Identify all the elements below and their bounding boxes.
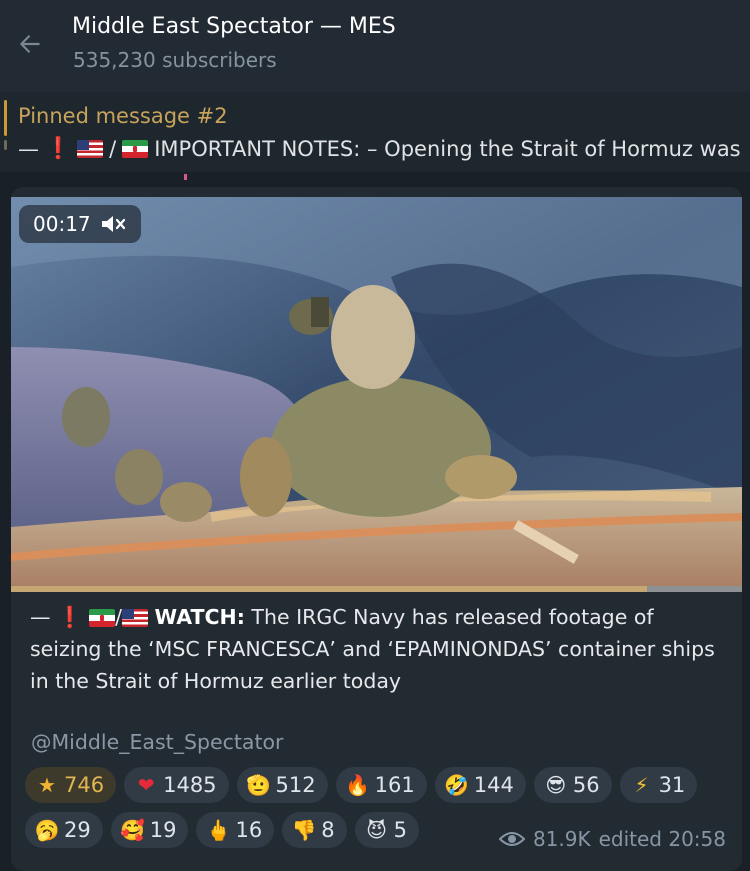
slash-text: /: [115, 605, 123, 629]
reaction-count: 144: [473, 773, 514, 797]
dash-text: —: [18, 136, 39, 161]
reaction-count: 56: [572, 773, 600, 797]
pinned-title: Pinned message #2: [18, 104, 228, 128]
reaction-count: 29: [64, 818, 91, 842]
channel-post: 00:17 — ❗ / WATCH: The IRGC Navy has rel…: [11, 187, 742, 871]
pin-indicator-inactive: [4, 140, 7, 150]
view-count: 81.9K: [532, 827, 591, 851]
lightning-icon: ⚡: [634, 773, 649, 797]
iran-flag-icon: [89, 609, 116, 627]
watch-label: WATCH:: [154, 605, 245, 629]
reaction-chip[interactable]: 🤣 144: [434, 767, 526, 803]
reaction-chip[interactable]: 👎 8: [282, 812, 347, 848]
us-flag-icon: [77, 139, 104, 158]
reaction-chip[interactable]: ⚡ 31: [619, 767, 698, 803]
reaction-count: 746: [64, 773, 105, 797]
reaction-count: 512: [275, 773, 316, 797]
thumbs-down-icon: 👎: [291, 818, 317, 842]
video-frame: [11, 197, 742, 592]
reactions-row-2: 🥱 29 🥰 19 🖕 16 👎 8 😈 5: [25, 812, 419, 848]
decorative-mark: [184, 174, 187, 180]
reaction-chip[interactable]: 🫡 512: [236, 767, 328, 803]
reaction-count: 19: [149, 818, 177, 842]
reaction-chip[interactable]: ★ 746: [25, 767, 117, 803]
reaction-count: 8: [321, 818, 335, 842]
reaction-count: 16: [235, 818, 263, 842]
channel-title[interactable]: Middle East Spectator — MES: [72, 14, 396, 39]
video-progress-fill: [11, 586, 647, 592]
edited-time: edited 20:58: [598, 827, 726, 851]
subscriber-count: 535,230 subscribers: [73, 48, 277, 72]
video-player[interactable]: 00:17: [11, 197, 742, 592]
us-flag-icon: [122, 609, 149, 627]
pinned-preview: — ❗ / IMPORTANT NOTES: – Opening the Str…: [18, 136, 741, 161]
star-icon: ★: [38, 773, 56, 797]
devil-icon: 😈: [366, 818, 387, 842]
reaction-chip[interactable]: 🖕 16: [196, 812, 275, 848]
salute-icon: 🫡: [246, 773, 271, 797]
reaction-count: 1485: [163, 773, 217, 797]
reaction-chip[interactable]: 🥰 19: [110, 812, 189, 848]
fire-icon: 🔥: [345, 773, 371, 797]
pinned-text: IMPORTANT NOTES: – Opening the Strait of…: [154, 136, 741, 161]
hearts-face-icon: 🥰: [120, 818, 146, 842]
dash-text: —: [30, 605, 51, 629]
reaction-chip[interactable]: 🔥 161: [335, 767, 427, 803]
arrow-left-icon: [20, 35, 40, 53]
reaction-chip[interactable]: 😎 56: [533, 767, 612, 803]
reaction-count: 5: [393, 818, 407, 842]
chat-header: Middle East Spectator — MES 535,230 subs…: [0, 0, 750, 92]
exclamation-icon: ❗: [45, 136, 72, 160]
back-button[interactable]: [12, 26, 48, 62]
rofl-icon: 🤣: [444, 773, 470, 797]
exclamation-icon: ❗: [57, 605, 83, 629]
iran-flag-icon: [122, 139, 149, 158]
post-meta: 81.9K edited 20:58: [498, 827, 726, 851]
muted-speaker-icon[interactable]: [99, 212, 127, 236]
sunglasses-icon: 😎: [545, 773, 567, 797]
reaction-count: 161: [374, 773, 415, 797]
pin-indicator-active: [4, 100, 7, 136]
reactions-row-1: ★ 746 ❤ 1485 🫡 512 🔥 161 🤣 144 😎 56 ⚡ 31: [25, 767, 698, 803]
reaction-count: 31: [658, 773, 686, 797]
slash-text: /: [109, 136, 117, 161]
middle-finger-icon: 🖕: [206, 818, 231, 842]
video-duration-badge[interactable]: 00:17: [19, 205, 141, 243]
reaction-chip[interactable]: ❤ 1485: [124, 767, 229, 803]
eye-icon: [498, 830, 525, 848]
channel-handle-link[interactable]: @Middle_East_Spectator: [31, 730, 283, 754]
heart-icon: ❤: [137, 773, 155, 797]
reaction-chip[interactable]: 😈 5: [354, 812, 419, 848]
video-progress-bar[interactable]: [11, 586, 742, 592]
yawn-icon: 🥱: [34, 818, 60, 842]
reaction-chip[interactable]: 🥱 29: [25, 812, 103, 848]
video-duration: 00:17: [33, 212, 91, 236]
post-text: — ❗ / WATCH: The IRGC Navy has released …: [30, 601, 730, 697]
pinned-message-bar[interactable]: Pinned message #2 — ❗ / IMPORTANT NOTES:…: [0, 92, 750, 172]
